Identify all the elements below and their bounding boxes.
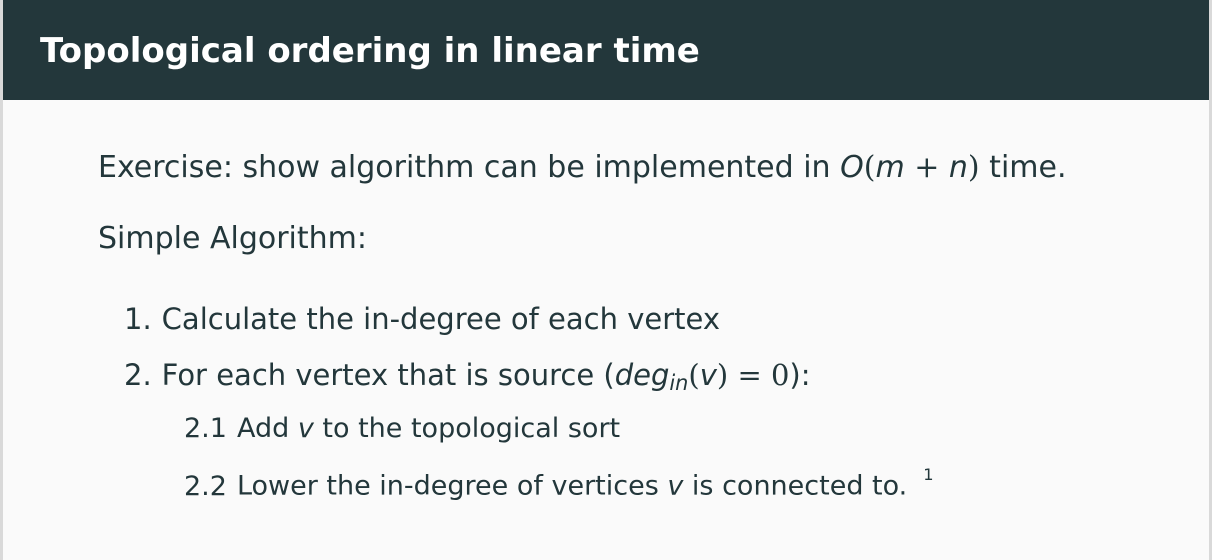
frame-header: Topological ordering in linear time — [3, 0, 1209, 100]
step-number: 2. — [124, 358, 152, 392]
deg-open-paren: ( — [688, 358, 700, 392]
complexity-open-paren: ( — [863, 150, 876, 185]
substep-number: 2.2 — [184, 470, 227, 502]
substep-before: Add — [236, 413, 298, 444]
slide-title: Topological ordering in linear time — [40, 31, 700, 71]
step-number: 1. — [124, 302, 152, 336]
step-text-before: For each vertex that is source ( — [161, 358, 615, 392]
simple-algorithm-heading: Simple Algorithm: — [98, 221, 368, 256]
exercise-text: Exercise: show algorithm can be implemen… — [98, 150, 841, 185]
big-o-symbol: O — [840, 150, 864, 185]
substep-2-1: 2.1 Add v to the topological sort — [184, 409, 620, 449]
slide: Topological ordering in linear time Exer… — [3, 0, 1209, 560]
substep-before: Lower the in-degree of vertices — [236, 470, 668, 502]
plus-sign: + — [904, 150, 949, 185]
step-1: 1. Calculate the in-degree of each vertex — [124, 299, 720, 339]
variable-v: v — [667, 470, 684, 502]
complexity-close-paren: ) — [967, 150, 980, 185]
equals-zero: = 0 — [728, 358, 790, 392]
substep-2-2: 2.2 Lower the in-degree of vertices v is … — [184, 455, 934, 507]
exercise-line: Exercise: show algorithm can be implemen… — [98, 148, 1067, 188]
step-2: 2. For each vertex that is source (degin(… — [124, 355, 811, 403]
deg-symbol: degin — [614, 358, 689, 396]
footnote-marker[interactable]: 1 — [923, 465, 933, 484]
variable-n: n — [948, 150, 968, 185]
substep-after: is connected to. — [683, 470, 908, 502]
substep-number: 2.1 — [184, 413, 227, 444]
deg-close-paren: ) — [716, 358, 729, 392]
exercise-suffix: time. — [979, 150, 1067, 185]
variable-v: v — [297, 413, 314, 444]
step-text-after: ): — [789, 358, 811, 392]
deg-subscript: in — [669, 371, 689, 396]
variable-m: m — [875, 150, 905, 185]
step-text: Calculate the in-degree of each vertex — [161, 302, 721, 336]
variable-v: v — [699, 358, 717, 392]
substep-after: to the topological sort — [313, 413, 621, 444]
deg-text: deg — [614, 358, 670, 392]
